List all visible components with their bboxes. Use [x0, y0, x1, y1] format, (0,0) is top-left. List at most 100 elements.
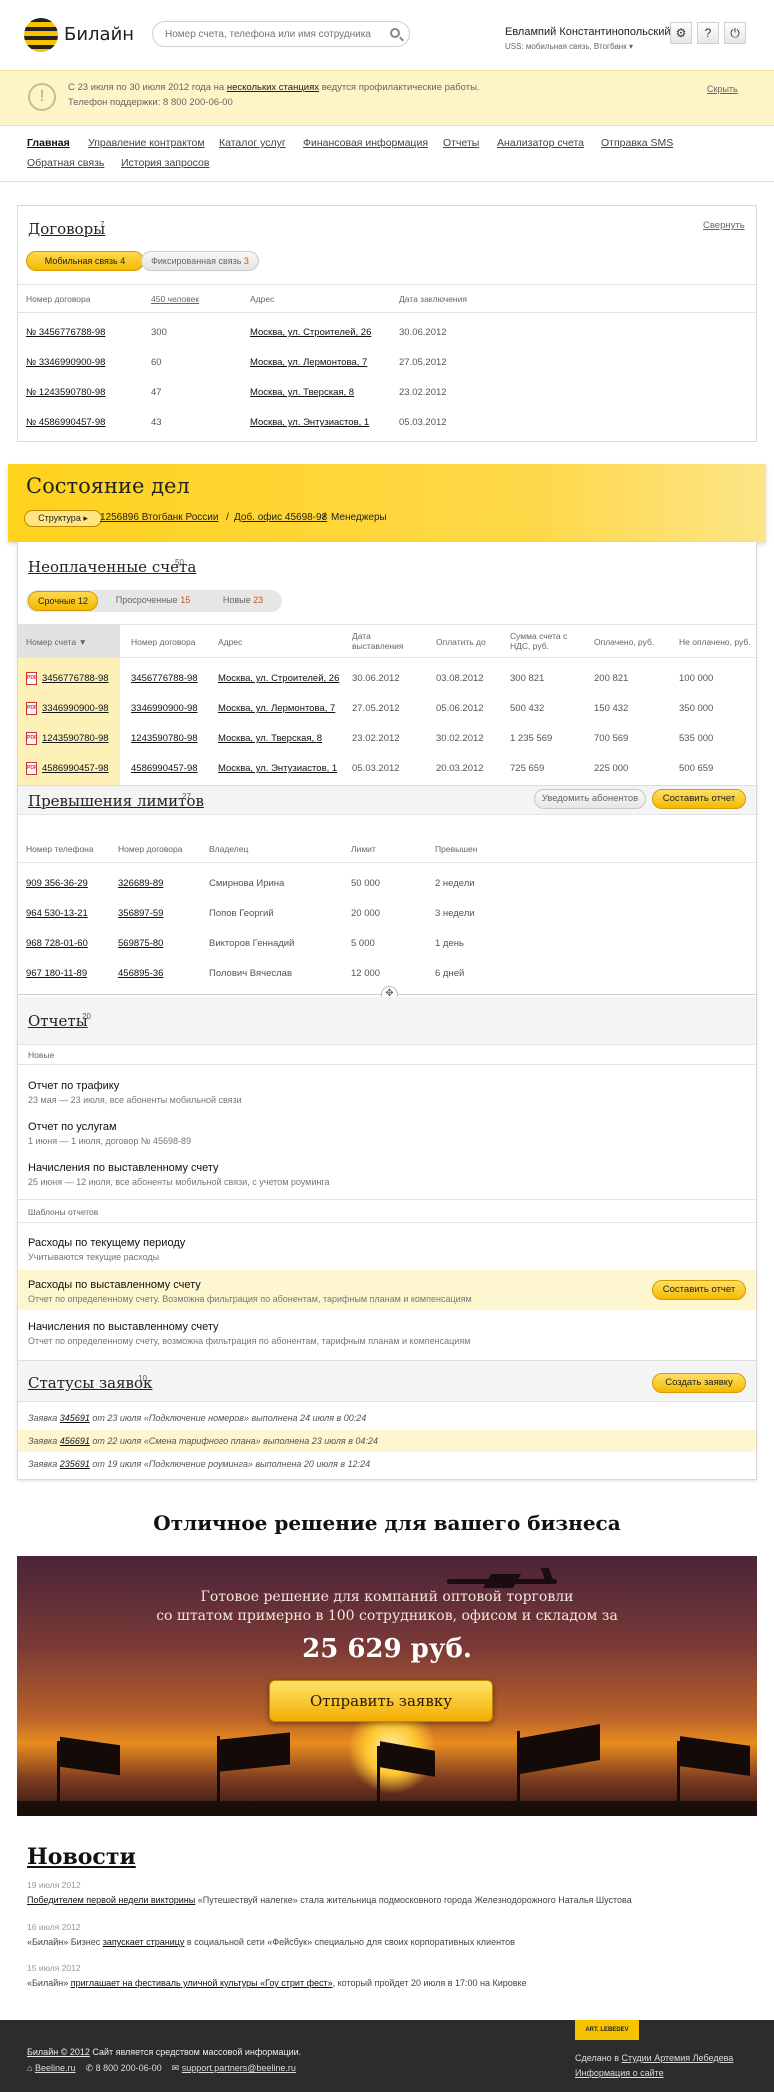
tab-fixed[interactable]: Фиксированная связь 3 — [141, 251, 259, 271]
tab-new[interactable]: Новые 23 — [208, 591, 278, 611]
nav-item-sms[interactable]: Отправка SMS — [601, 137, 673, 149]
report-title[interactable]: Отчет по услугам — [28, 1121, 117, 1133]
nav-item-history[interactable]: История запросов — [121, 157, 209, 169]
bill-contract-link[interactable]: 3346990900-98 — [131, 703, 198, 714]
artlebedev-logo[interactable]: ART. LEBEDEV — [575, 2020, 639, 2040]
footer-studio-link[interactable]: Студии Артемия Лебедева — [621, 2053, 733, 2063]
contract-link[interactable]: 326689-89 — [118, 878, 163, 889]
list-item-selected[interactable]: Расходы по выставленному счету Отчет по … — [18, 1270, 756, 1310]
nav-item-reports[interactable]: Отчеты — [443, 137, 479, 149]
contract-address-link[interactable]: Москва, ул. Строителей, 26 — [250, 327, 371, 338]
bill-due-date: 03.08.2012 — [436, 673, 484, 684]
contracts-collapse-link[interactable]: Свернуть — [703, 220, 745, 231]
news-title[interactable]: Новости — [27, 1844, 136, 1870]
help-button[interactable]: ? — [697, 22, 719, 44]
nav-item-main[interactable]: Главная — [27, 137, 70, 149]
bill-sum: 500 432 — [510, 703, 545, 714]
bill-number-link[interactable]: 1243590780-98 — [42, 733, 109, 744]
notify-subscribers-button[interactable]: Уведомить абонентов — [534, 789, 646, 809]
phone-link[interactable]: 964 530-13-21 — [26, 908, 88, 919]
template-title[interactable]: Расходы по выставленному счету — [28, 1279, 201, 1291]
nav-item-contract[interactable]: Управление контрактом — [88, 137, 205, 149]
nav-item-feedback[interactable]: Обратная связь — [27, 157, 104, 169]
bill-address-link[interactable]: Москва, ул. Тверская, 8 — [218, 733, 322, 744]
contract-link[interactable]: 569875-80 — [118, 938, 163, 949]
tab-overdue[interactable]: Просроченные 15 — [100, 591, 206, 611]
contracts-title[interactable]: Договоры — [28, 220, 105, 238]
contract-number-link[interactable]: № 1243590780-98 — [26, 387, 105, 398]
contract-link[interactable]: 356897-59 — [118, 908, 163, 919]
request-number-link[interactable]: 235691 — [60, 1459, 90, 1469]
footer-copyright-link[interactable]: Билайн © 2012 — [27, 2047, 90, 2057]
contract-number-link[interactable]: № 3456776788-98 — [26, 327, 105, 338]
bill-number-link[interactable]: 3456776788-98 — [42, 673, 109, 684]
user-name[interactable]: Евлампий Константинопольский — [505, 26, 671, 38]
unpaid-title[interactable]: Неоплаченные счета — [28, 558, 196, 576]
col-bill-number[interactable]: Номер счета ▼ — [26, 637, 87, 647]
bill-number-link[interactable]: 4586990457-98 — [42, 763, 109, 774]
report-title[interactable]: Начисления по выставленному счету — [28, 1162, 219, 1174]
report-title[interactable]: Отчет по трафику — [28, 1080, 119, 1092]
pdf-icon[interactable]: PDF — [26, 762, 37, 775]
contract-number-link[interactable]: № 4586990457-98 — [26, 417, 105, 428]
nav-item-analyzer[interactable]: Анализатор счета — [497, 137, 584, 149]
bill-address-link[interactable]: Москва, ул. Строителей, 26 — [218, 673, 339, 684]
footer-email-link[interactable]: support.partners@beeline.ru — [182, 2063, 296, 2073]
contract-address-link[interactable]: Москва, ул. Лермонтова, 7 — [250, 357, 367, 368]
bill-number-link[interactable]: 3346990900-98 — [42, 703, 109, 714]
breadcrumb-company[interactable]: 1256896 Втогбанк России — [100, 512, 218, 523]
exceeded: 1 день — [435, 938, 464, 949]
limits-title[interactable]: Превышения лимитов — [28, 792, 204, 810]
phone-link[interactable]: 967 180-11-89 — [26, 968, 87, 979]
contract-address-link[interactable]: Москва, ул. Энтузиастов, 1 — [250, 417, 369, 428]
nav-item-catalog[interactable]: Каталог услуг — [219, 137, 286, 149]
bill-address-link[interactable]: Москва, ул. Энтузиастов, 1 — [218, 763, 337, 774]
notice-hide-link[interactable]: Скрыть — [707, 84, 738, 94]
promo-heading: Отличное решение для вашего бизнеса — [153, 1511, 621, 1535]
create-request-button[interactable]: Создать заявку — [652, 1373, 746, 1393]
contract-people: 60 — [151, 357, 162, 368]
structure-button[interactable]: Структура ▸ — [24, 510, 102, 527]
user-account-select[interactable]: USS: мобильная связь, Втогбанк ▾ — [505, 42, 633, 51]
template-title[interactable]: Начисления по выставленному счету — [28, 1321, 219, 1333]
news-link[interactable]: запускает страницу — [103, 1937, 185, 1947]
nav-item-finance[interactable]: Финансовая информация — [303, 137, 428, 149]
news-link[interactable]: Победителем первой недели викторины — [27, 1895, 195, 1905]
beeline-logo-icon[interactable] — [24, 18, 58, 52]
tab-urgent[interactable]: Срочные 12 — [28, 591, 98, 611]
pdf-icon[interactable]: PDF — [26, 702, 37, 715]
breadcrumb-office[interactable]: Доб. офис 45698-98 — [234, 512, 327, 523]
template-title[interactable]: Расходы по текущему периоду — [28, 1237, 185, 1249]
logo-text[interactable]: Билайн — [64, 24, 134, 45]
template-make-report-button[interactable]: Составить отчет — [652, 1280, 746, 1300]
logout-button[interactable]: ⏻ — [724, 22, 746, 44]
notice-stations-link[interactable]: нескольких станциях — [227, 82, 319, 93]
pdf-icon[interactable]: PDF — [26, 732, 37, 745]
bill-contract-link[interactable]: 1243590780-98 — [131, 733, 198, 744]
contract-link[interactable]: 456895-36 — [118, 968, 163, 979]
col-people[interactable]: 450 человек — [151, 294, 199, 304]
contract-date: 30.06.2012 — [399, 327, 447, 338]
contract-address-link[interactable]: Москва, ул. Тверская, 8 — [250, 387, 354, 398]
pdf-icon[interactable]: PDF — [26, 672, 37, 685]
phone-link[interactable]: 968 728-01-60 — [26, 938, 88, 949]
request-number-link[interactable]: 456691 — [60, 1436, 90, 1446]
phone-link[interactable]: 909 356-36-29 — [26, 878, 88, 889]
tab-mobile[interactable]: Мобильная связь 4 — [26, 251, 144, 271]
request-number-link[interactable]: 345691 — [60, 1413, 90, 1423]
footer-about-link[interactable]: Информация о сайте — [575, 2068, 664, 2078]
search-input[interactable] — [152, 21, 410, 47]
news-link[interactable]: приглашает на фестиваль уличной культуры… — [71, 1978, 333, 1988]
search-icon[interactable] — [390, 28, 400, 38]
footer-site-link[interactable]: Beeline.ru — [35, 2063, 76, 2073]
contract-number-link[interactable]: № 3346990900-98 — [26, 357, 105, 368]
make-report-button[interactable]: Составить отчет — [652, 789, 746, 809]
bill-contract-link[interactable]: 4586990457-98 — [131, 763, 198, 774]
requests-title[interactable]: Статусы заявок — [28, 1374, 152, 1392]
bill-address-link[interactable]: Москва, ул. Лермонтова, 7 — [218, 703, 335, 714]
send-request-button[interactable]: Отправить заявку — [269, 1680, 493, 1722]
reports-title[interactable]: Отчеты — [28, 1012, 88, 1030]
settings-button[interactable]: ⚙ — [670, 22, 692, 44]
bill-contract-link[interactable]: 3456776788-98 — [131, 673, 198, 684]
contract-date: 27.05.2012 — [399, 357, 447, 368]
